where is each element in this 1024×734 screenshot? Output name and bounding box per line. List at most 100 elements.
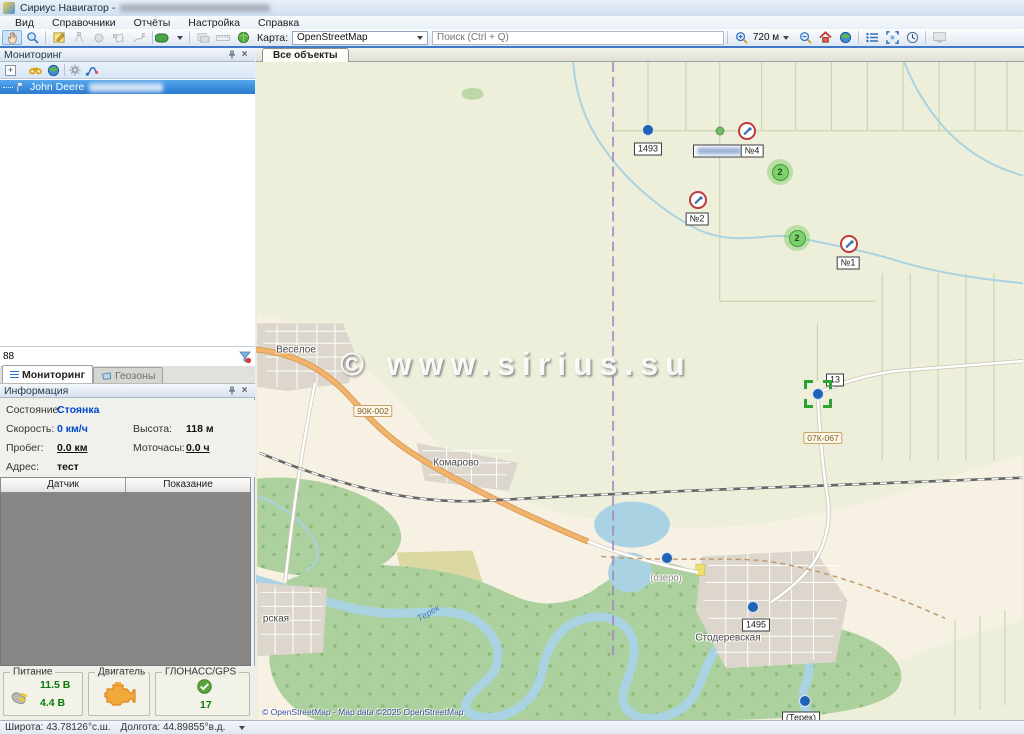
- add-node-button[interactable]: [69, 30, 89, 45]
- filter-button[interactable]: [235, 350, 255, 364]
- track-button[interactable]: [85, 64, 99, 77]
- object-marker-terek[interactable]: [799, 695, 811, 707]
- pan-tool-button[interactable]: [2, 30, 22, 45]
- edit-polygon-button[interactable]: [109, 30, 129, 45]
- zoom-in-icon: [735, 31, 748, 44]
- pin-info-button[interactable]: [225, 385, 238, 397]
- expand-all-button[interactable]: +: [5, 65, 16, 76]
- pump-marker-1[interactable]: [840, 235, 858, 253]
- pump-marker-4[interactable]: [738, 122, 756, 140]
- place-label-veseloe: Весёлое: [276, 345, 316, 356]
- tab-monitoring[interactable]: Мониторинг: [2, 365, 93, 383]
- route-icon: [85, 64, 99, 77]
- menu-spravochniki[interactable]: Справочники: [43, 17, 125, 29]
- object-marker-1493[interactable]: [642, 124, 654, 136]
- pin-panel-button[interactable]: [225, 49, 238, 61]
- fit-objects-button[interactable]: [882, 30, 902, 45]
- show-on-map-button[interactable]: [47, 64, 60, 77]
- filter-input[interactable]: [0, 348, 235, 366]
- search-input[interactable]: [432, 31, 724, 45]
- longitude-value: Долгота: 44.89855°в.д.: [121, 722, 226, 733]
- funnel-icon: [238, 350, 252, 364]
- engine-icon: [103, 681, 137, 707]
- redacted-title-text: [120, 4, 270, 12]
- layers-button[interactable]: [193, 30, 213, 45]
- hours-value[interactable]: 0.0 ч: [186, 442, 210, 454]
- place-dot: [716, 127, 725, 136]
- close-monitoring-button[interactable]: ×: [238, 49, 251, 61]
- object-marker-1495[interactable]: [747, 601, 759, 613]
- layers-icon: [197, 31, 210, 44]
- map-provider-combobox[interactable]: OpenStreetMap: [292, 31, 428, 45]
- zoom-tool-button[interactable]: [22, 30, 42, 45]
- map-tab-all-objects[interactable]: Все объекты: [262, 48, 349, 62]
- polygon-icon: [113, 32, 125, 44]
- pump-marker-2[interactable]: [689, 191, 707, 209]
- monitoring-toolbar: +: [0, 62, 255, 79]
- cluster-marker-1[interactable]: 2: [767, 159, 793, 185]
- object-flag-icon: [15, 81, 26, 93]
- scale-arrow-icon: [783, 36, 789, 40]
- scale-value: 720 м: [753, 32, 779, 43]
- state-label: Состояние:: [6, 404, 61, 416]
- monitor-icon: [933, 32, 946, 43]
- cluster-marker-2[interactable]: 2: [784, 225, 810, 251]
- map-attribution: © OpenStreetMap - Map data ©2025 OpenStr…: [262, 707, 464, 717]
- world-view-button[interactable]: [835, 30, 855, 45]
- sensor-column-header[interactable]: Датчик: [1, 478, 126, 492]
- edit-map-button[interactable]: [49, 30, 69, 45]
- state-value: Стоянка: [57, 404, 99, 416]
- tab-monitoring-label: Мониторинг: [22, 369, 85, 381]
- geozones-globe-button[interactable]: [233, 30, 253, 45]
- mileage-label: Пробег:: [6, 442, 44, 454]
- monitor-button[interactable]: [929, 30, 949, 45]
- find-object-button[interactable]: [28, 65, 43, 76]
- place-label-komarovo: Комарово: [433, 458, 479, 469]
- zoom-out-button[interactable]: [795, 30, 815, 45]
- road-label-07k067: 07К-067: [803, 432, 842, 444]
- object-marker-lake[interactable]: [661, 552, 673, 564]
- menu-nastroyka[interactable]: Настройка: [179, 17, 249, 29]
- green-capsule-icon: [155, 33, 173, 43]
- list-icon: [866, 32, 879, 43]
- redacted-object-id: [89, 83, 163, 92]
- add-circle-button[interactable]: [89, 30, 109, 45]
- green-globe-icon: [237, 31, 250, 44]
- monitoring-panel-title: Мониторинг: [4, 49, 62, 61]
- tab-geozones-label: Геозоны: [115, 370, 155, 382]
- menu-otchety[interactable]: Отчёты: [125, 17, 180, 29]
- history-button[interactable]: [902, 30, 922, 45]
- settings-button[interactable]: [69, 64, 81, 76]
- engine-groupbox: Двигатель: [88, 672, 150, 716]
- home-icon: [819, 31, 832, 44]
- power-groupbox: Питание 11.5 В 4.4 В: [3, 672, 83, 716]
- track-color-button[interactable]: [156, 30, 186, 45]
- home-view-button[interactable]: [815, 30, 835, 45]
- menu-spravka[interactable]: Справка: [249, 17, 308, 29]
- tab-geozones[interactable]: Геозоны: [93, 367, 163, 383]
- geozone-small-icon: [101, 371, 112, 381]
- scale-dropdown[interactable]: 720 м: [751, 30, 795, 45]
- menu-vid[interactable]: Вид: [6, 17, 43, 29]
- marker-label-n4: №4: [741, 145, 764, 158]
- mileage-value[interactable]: 0.0 км: [57, 442, 88, 454]
- edit-polyline-button[interactable]: [129, 30, 149, 45]
- left-tabs: Мониторинг Геозоны: [0, 366, 255, 384]
- address-value: тест: [57, 461, 79, 473]
- ruler-button[interactable]: [213, 30, 233, 45]
- zoom-in-button[interactable]: [731, 30, 751, 45]
- object-tree: John Deere: [0, 79, 255, 346]
- map-canvas[interactable]: © www.sirius.su Весёлое Комарово Стодере…: [256, 62, 1024, 720]
- value-column-header[interactable]: Показание: [126, 478, 250, 492]
- pump-icon: [742, 126, 753, 137]
- status-boxes: Питание 11.5 В 4.4 В Двигатель ГЛОНАСС/G…: [0, 666, 255, 720]
- filter-row: [0, 346, 255, 366]
- object-tree-row[interactable]: John Deere: [0, 80, 255, 94]
- marker-label-1493: 1493: [634, 143, 662, 156]
- sensor-table-body: [0, 493, 251, 666]
- statusbar-dropdown-arrow[interactable]: [239, 726, 245, 730]
- object-list-button[interactable]: [862, 30, 882, 45]
- pump-icon: [693, 195, 704, 206]
- close-info-button[interactable]: ×: [238, 385, 251, 397]
- cluster-count: 2: [772, 164, 789, 181]
